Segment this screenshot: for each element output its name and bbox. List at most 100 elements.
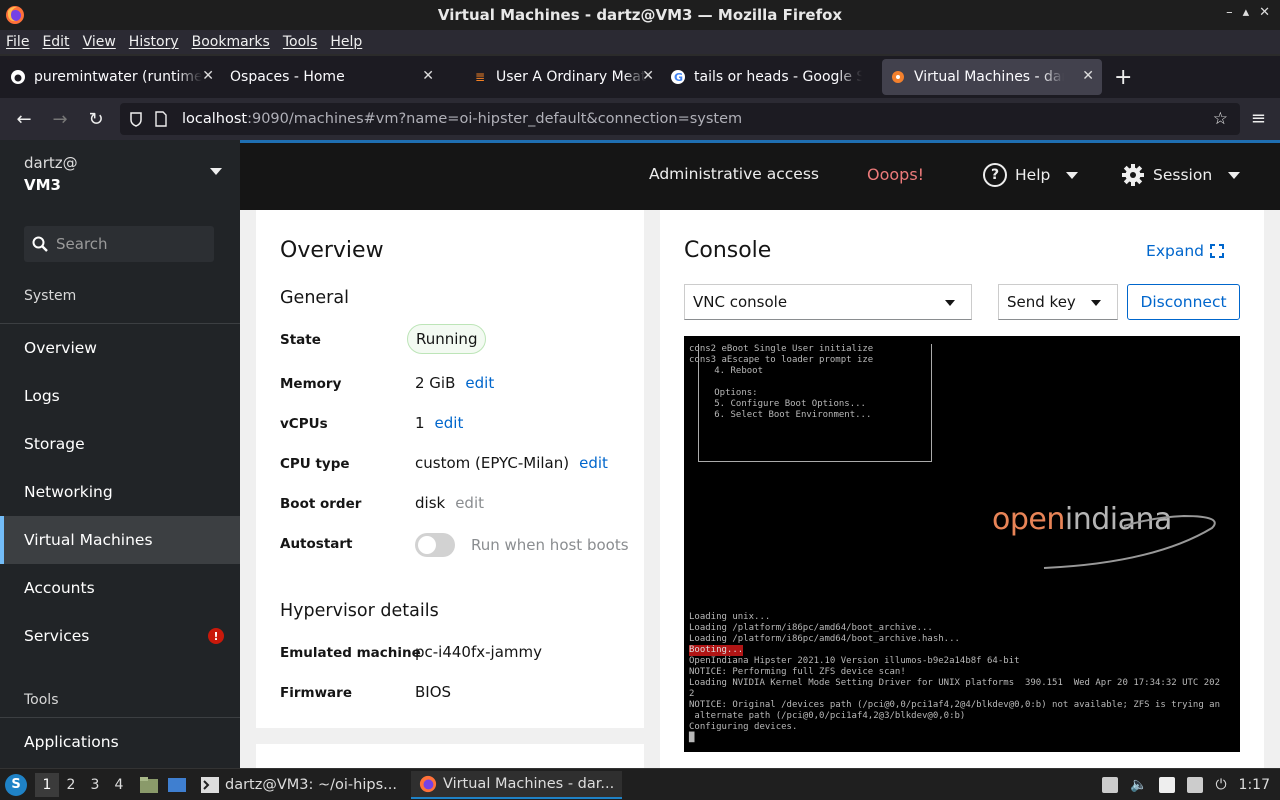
edit-memory-link[interactable]: edit <box>465 374 494 392</box>
sidebar-item-label: Services <box>24 627 90 645</box>
app-menu-icon[interactable]: ≡ <box>1251 108 1266 129</box>
vnc-screen[interactable]: cons2 eBoot Single User initialize cons3… <box>684 336 1240 752</box>
emulated-machine-value: pc-i440fx-jammy <box>415 643 543 661</box>
chevron-down-icon <box>210 168 222 175</box>
volume-icon[interactable]: 🔈 <box>1130 777 1147 793</box>
close-window-icon[interactable]: ✕ <box>1259 5 1270 20</box>
menu-edit[interactable]: Edit <box>42 34 69 50</box>
chevron-down-icon <box>1228 171 1241 179</box>
menu-view[interactable]: View <box>83 34 116 50</box>
console-line: 6. Select Boot Environment... <box>698 410 872 420</box>
sidebar-item-services[interactable]: Services ! <box>0 612 240 660</box>
bookmark-star-icon[interactable]: ☆ <box>1213 109 1228 129</box>
tab-label: Ospaces - Home <box>230 69 345 85</box>
administrative-access-button[interactable]: Administrative access <box>649 165 819 183</box>
tab-virtual-machines[interactable]: Virtual Machines - dartz@VM3 ✕ <box>882 59 1102 95</box>
tab-label: User A Ordinary Meat - Stack <box>496 69 646 85</box>
task-firefox[interactable]: Virtual Machines - dar... <box>410 770 623 799</box>
tab-google[interactable]: G tails or heads - Google Search <box>662 59 882 95</box>
menu-help[interactable]: Help <box>330 34 362 50</box>
host-selector[interactable]: dartz@ VM3 <box>0 140 240 210</box>
close-tab-icon[interactable]: ✕ <box>202 68 214 84</box>
sidebar-item-networking[interactable]: Networking <box>0 468 240 516</box>
tab-label: puremintwater (runtime) <box>34 69 202 85</box>
console-cursor: █ <box>689 733 695 743</box>
console-line: 4. Reboot <box>698 366 764 376</box>
console-line: Booting... <box>689 645 744 656</box>
session-menu[interactable]: Session <box>1121 163 1241 187</box>
workspace-4[interactable]: 4 <box>107 777 131 793</box>
firefox-logo-icon <box>6 6 24 24</box>
menu-history[interactable]: History <box>129 34 179 50</box>
state-label: State <box>280 332 321 348</box>
new-tab-icon[interactable]: + <box>1114 65 1132 90</box>
clipboard-icon[interactable] <box>1102 777 1119 793</box>
cputype-value: custom (EPYC-Milan) edit <box>415 454 608 472</box>
console-line: cons2 eBoot Single User initialize <box>689 344 874 354</box>
taskbar: S 1 2 3 4 dartz@VM3: ~/oi-hips... Virtua… <box>0 768 1280 800</box>
url-bar[interactable]: localhost:9090/machines#vm?name=oi-hipst… <box>120 103 1240 135</box>
file-manager-icon[interactable] <box>139 776 159 794</box>
openindiana-swoosh-icon <box>1043 514 1216 569</box>
tab-stackoverflow[interactable]: ≣ User A Ordinary Meat - Stack ✕ <box>442 59 662 95</box>
workspace-2[interactable]: 2 <box>59 777 83 793</box>
start-menu-icon[interactable]: S <box>5 773 27 796</box>
firefox-icon <box>419 775 437 792</box>
sidebar-item-overview[interactable]: Overview <box>0 324 240 372</box>
hypervisor-heading: Hypervisor details <box>280 601 439 621</box>
send-key-select[interactable]: Send key <box>998 284 1118 320</box>
notes-icon[interactable] <box>1159 777 1176 793</box>
reload-icon[interactable]: ↻ <box>84 107 108 131</box>
menu-file[interactable]: File <box>6 34 29 50</box>
autostart-toggle[interactable] <box>415 533 455 557</box>
search-input[interactable]: Search <box>56 235 108 253</box>
sidebar-item-virtual-machines[interactable]: Virtual Machines <box>0 516 240 564</box>
maximize-icon[interactable]: ▴ <box>1243 5 1250 20</box>
help-menu[interactable]: ? Help <box>983 163 1079 187</box>
console-line: Options: <box>698 388 758 398</box>
state-value: Running <box>407 324 487 354</box>
autostart-label: Autostart <box>280 536 353 552</box>
stackoverflow-icon: ≣ <box>474 70 486 84</box>
power-icon[interactable]: ⏻ <box>1215 777 1226 793</box>
boot-order-label: Boot order <box>280 496 362 512</box>
back-icon[interactable]: ← <box>12 107 36 131</box>
edit-boot-order-link[interactable]: edit <box>455 494 484 512</box>
menu-tools[interactable]: Tools <box>283 34 318 50</box>
svg-text:G: G <box>674 71 683 84</box>
alert-icon: ! <box>208 628 224 644</box>
forward-icon[interactable]: → <box>48 107 72 131</box>
close-tab-icon[interactable]: ✕ <box>1082 68 1094 84</box>
sidebar-item-logs[interactable]: Logs <box>0 372 240 420</box>
disconnect-button[interactable]: Disconnect <box>1127 284 1240 320</box>
url-text[interactable]: localhost:9090/machines#vm?name=oi-hipst… <box>182 111 742 127</box>
sidebar-item-storage[interactable]: Storage <box>0 420 240 468</box>
sidebar-item-applications[interactable]: Applications <box>0 718 240 766</box>
console-type-select[interactable]: VNC console <box>684 284 972 320</box>
display-icon[interactable] <box>1187 777 1204 793</box>
menu-bookmarks[interactable]: Bookmarks <box>192 34 270 50</box>
site-info-icon[interactable] <box>128 111 144 127</box>
section-system: System <box>0 288 240 324</box>
ooops-button[interactable]: Ooops! <box>867 165 924 184</box>
edit-vcpus-link[interactable]: edit <box>435 414 464 432</box>
tab-ospaces[interactable]: Ospaces - Home ✕ <box>222 59 442 95</box>
close-tab-icon[interactable]: ✕ <box>422 68 434 84</box>
console-title: Console <box>684 238 772 263</box>
emulated-machine-label: Emulated machine <box>280 645 421 661</box>
sidebar-item-accounts[interactable]: Accounts <box>0 564 240 612</box>
workspace-3[interactable]: 3 <box>83 777 107 793</box>
tab-bar: puremintwater (runtime) ✕ Ospaces - Home… <box>0 56 1280 98</box>
minimize-icon[interactable]: – <box>1226 5 1233 20</box>
workspace-1[interactable]: 1 <box>35 772 59 797</box>
task-terminal[interactable]: dartz@VM3: ~/oi-hips... <box>193 771 405 799</box>
close-tab-icon[interactable]: ✕ <box>642 68 654 84</box>
sidebar-search[interactable]: Search <box>24 226 214 262</box>
console-line: alternate path (/pci@0,0/pci1af4,2@3/blk… <box>689 711 966 721</box>
tab-puremintwater[interactable]: puremintwater (runtime) ✕ <box>2 59 222 95</box>
desktop-icon[interactable] <box>167 776 187 794</box>
sidebar: dartz@ VM3 Search System Overview Logs S… <box>0 140 240 768</box>
window-title: Virtual Machines - dartz@VM3 — Mozilla F… <box>437 6 843 24</box>
edit-cputype-link[interactable]: edit <box>579 454 608 472</box>
expand-button[interactable]: Expand <box>1146 242 1224 260</box>
